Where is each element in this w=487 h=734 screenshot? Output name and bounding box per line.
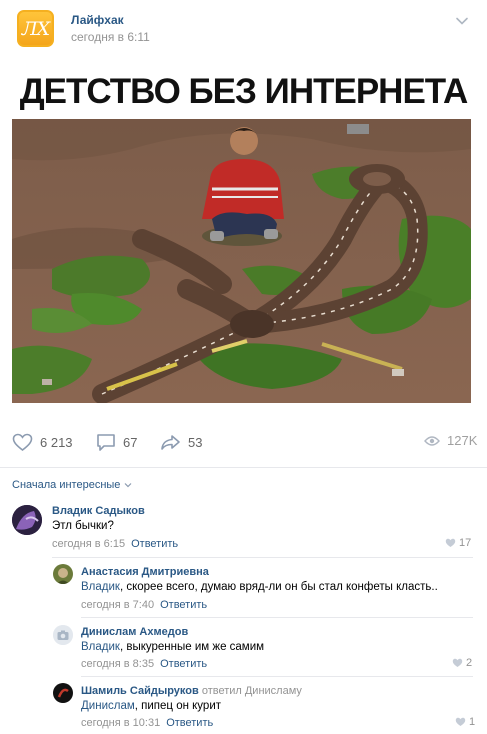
divider bbox=[81, 676, 473, 677]
comment-author[interactable]: Владик Садыков bbox=[52, 505, 145, 517]
comment-time[interactable]: сегодня в 10:31 bbox=[81, 717, 160, 729]
comment-like-count: 2 bbox=[466, 657, 473, 669]
comment-meta: сегодня в 7:40 Ответить bbox=[81, 599, 207, 611]
comment-author[interactable]: Динислам Ахмедов bbox=[81, 626, 188, 638]
comments-sort-dropdown[interactable]: Сначала интересные bbox=[12, 479, 132, 491]
reply-button[interactable]: Ответить bbox=[131, 538, 178, 550]
comment-like-count: 17 bbox=[459, 537, 472, 549]
avatar-image bbox=[53, 683, 73, 703]
comment-like-button[interactable]: 17 bbox=[445, 537, 471, 549]
reply-to-label[interactable]: ответил Динисламу bbox=[202, 685, 302, 697]
camera-icon bbox=[53, 625, 73, 645]
post-header: ЛХ Лайфхак сегодня в 6:11 bbox=[0, 0, 487, 56]
community-avatar-letters: ЛХ bbox=[21, 18, 50, 40]
reply-button[interactable]: Ответить bbox=[166, 717, 213, 729]
like-count: 6 213 bbox=[40, 435, 73, 450]
heart-icon bbox=[455, 717, 466, 726]
share-count: 53 bbox=[188, 435, 203, 450]
comment-like-count: 1 bbox=[469, 716, 476, 728]
comment-button[interactable]: 67 bbox=[96, 433, 137, 452]
comment-like-button[interactable]: 2 bbox=[452, 657, 472, 669]
comment-meta: сегодня в 6:15 Ответить bbox=[52, 538, 178, 550]
post-author[interactable]: Лайфхак bbox=[71, 13, 124, 27]
post-actions: 6 213 67 53 127K bbox=[0, 425, 487, 461]
comment-meta: сегодня в 10:31 Ответить bbox=[81, 717, 213, 729]
divider bbox=[52, 557, 473, 558]
post-time[interactable]: сегодня в 6:11 bbox=[71, 30, 150, 44]
comment-text: Владик, скорее всего, думаю вряд-ли он б… bbox=[81, 581, 438, 593]
comment-text-body: , выкуренные им же самим bbox=[119, 641, 265, 653]
comment-text-body: , скорее всего, думаю вряд-ли он бы стал… bbox=[119, 581, 438, 593]
avatar[interactable] bbox=[12, 505, 42, 535]
divider bbox=[81, 617, 473, 618]
comment-text: Владик, выкуренные им же самим bbox=[81, 641, 264, 653]
reply-button[interactable]: Ответить bbox=[160, 658, 207, 670]
comment-text: Этл бычки? bbox=[52, 520, 114, 532]
like-button[interactable]: 6 213 bbox=[12, 433, 73, 452]
avatar-image bbox=[12, 505, 42, 535]
community-avatar[interactable]: ЛХ bbox=[17, 10, 54, 47]
avatar[interactable] bbox=[53, 683, 73, 703]
comment-text-body: , пипец он курит bbox=[134, 700, 222, 712]
reply-button[interactable]: Ответить bbox=[160, 599, 207, 611]
chevron-down-icon bbox=[124, 483, 132, 488]
comment-meta: сегодня в 8:35 Ответить bbox=[81, 658, 207, 670]
comment-icon bbox=[97, 434, 115, 451]
comment-text: Динислам, пипец он курит bbox=[81, 700, 221, 712]
avatar[interactable] bbox=[53, 625, 73, 645]
comment-addressee[interactable]: Владик bbox=[81, 581, 120, 593]
avatar-image bbox=[53, 564, 73, 584]
comment-author[interactable]: Анастасия Дмитриевна bbox=[81, 566, 209, 578]
comment-time[interactable]: сегодня в 7:40 bbox=[81, 599, 154, 611]
post-photo[interactable] bbox=[12, 119, 471, 403]
divider bbox=[0, 467, 487, 468]
comments-sort-label: Сначала интересные bbox=[12, 479, 121, 491]
comment-addressee[interactable]: Владик bbox=[81, 641, 120, 653]
post-title: ДЕТСТВО БЕЗ ИНТЕРНЕТА bbox=[19, 72, 469, 111]
comment-author: Шамиль Сайдыруков ответил Динисламу bbox=[81, 685, 302, 697]
comment-count: 67 bbox=[123, 435, 138, 450]
comment-time[interactable]: сегодня в 8:35 bbox=[81, 658, 154, 670]
comment-like-button[interactable]: 1 bbox=[455, 716, 475, 728]
comment-time[interactable]: сегодня в 6:15 bbox=[52, 538, 125, 550]
comment-addressee[interactable]: Динислам bbox=[81, 700, 135, 712]
avatar[interactable] bbox=[53, 564, 73, 584]
share-icon bbox=[161, 435, 180, 450]
heart-icon bbox=[445, 538, 456, 547]
views-count: 127K bbox=[447, 433, 478, 448]
views-counter: 127K bbox=[424, 433, 477, 448]
eye-icon bbox=[424, 435, 440, 446]
comment-author-name[interactable]: Шамиль Сайдыруков bbox=[81, 685, 199, 697]
heart-icon bbox=[452, 658, 463, 667]
share-button[interactable]: 53 bbox=[160, 433, 202, 452]
chevron-down-icon[interactable] bbox=[454, 13, 470, 29]
heart-icon bbox=[12, 433, 33, 452]
